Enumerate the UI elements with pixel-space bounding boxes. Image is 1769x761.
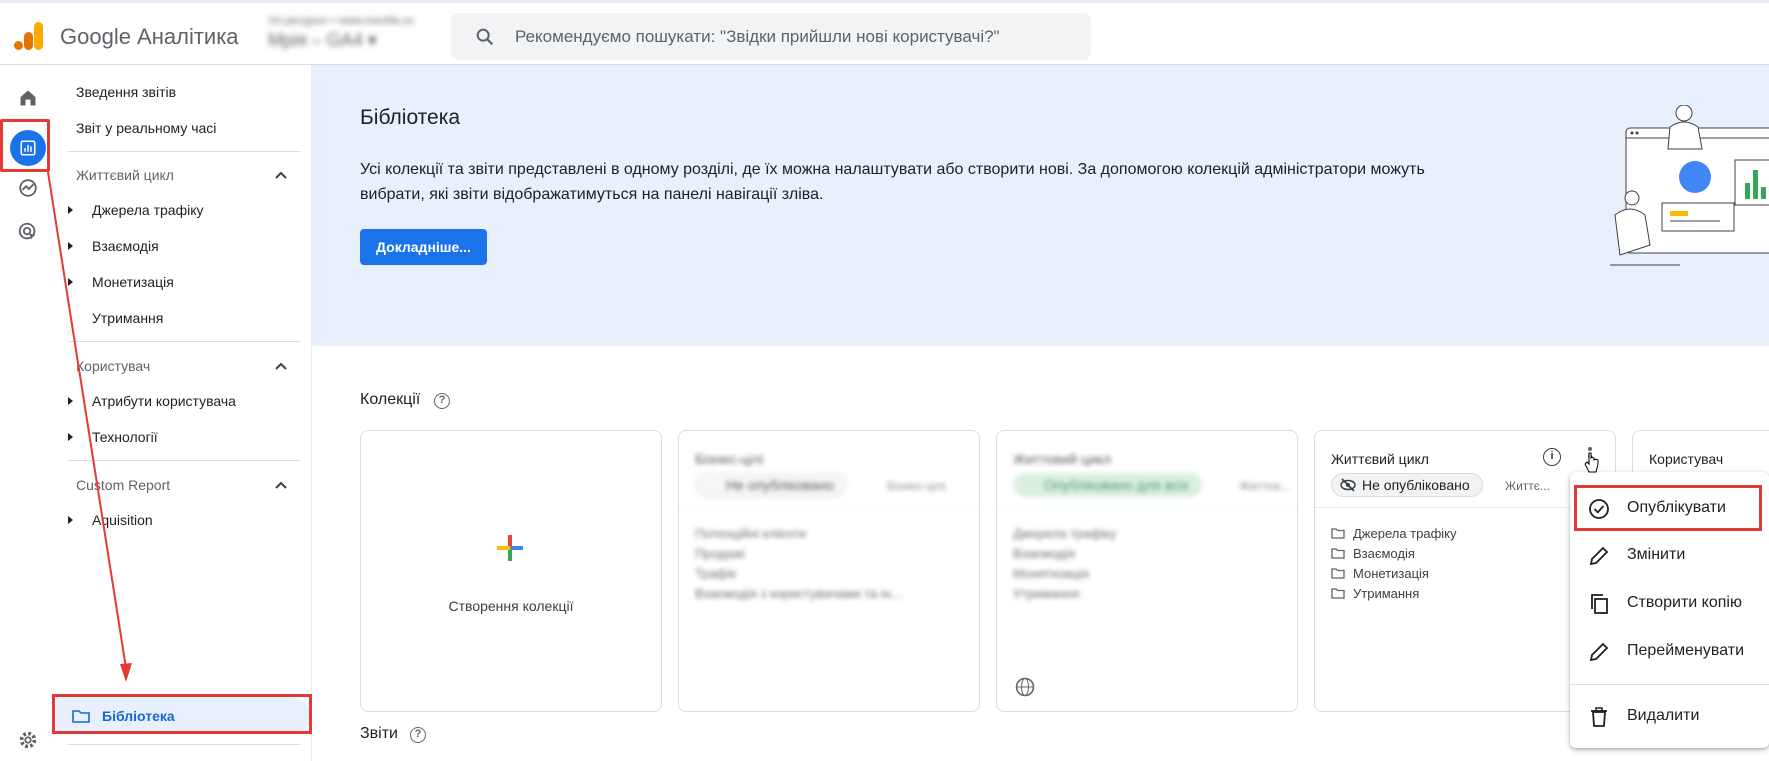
status-badge: Не опубліковано — [1331, 473, 1483, 497]
list-item: Монетизація — [1013, 565, 1089, 581]
search-placeholder: Рекомендуємо пошукати: "Звідки прийшли н… — [515, 27, 1000, 46]
info-icon[interactable]: i — [1543, 448, 1561, 466]
collections-heading: Колекції — [360, 391, 421, 408]
search-icon — [476, 28, 494, 46]
highlight-publish — [1574, 485, 1762, 531]
collection-template: Бізнес-цілі — [887, 479, 946, 493]
list-item: Трафік — [695, 565, 736, 581]
page-title: Бібліотека — [360, 106, 461, 129]
card-divider — [679, 507, 979, 508]
menu-item-label: Створити копію — [1627, 594, 1742, 611]
globe-icon — [1015, 677, 1035, 697]
menu-item-label: Видалити — [1627, 707, 1700, 724]
status-badge: Опубліковано для всіх — [1013, 473, 1203, 497]
menu-item-edit[interactable]: Змінити — [1570, 535, 1769, 575]
list-item: Утримання — [1331, 583, 1457, 603]
folder-icon — [1331, 548, 1345, 559]
collection-title: Користувач — [1649, 451, 1724, 467]
list-item: Монетизація — [1331, 563, 1457, 583]
folder-icon — [1331, 568, 1345, 579]
trash-icon — [1591, 707, 1607, 727]
menu-divider — [1570, 684, 1769, 685]
create-collection-card[interactable]: Створення колекції — [360, 430, 662, 712]
add-icon — [497, 535, 523, 561]
annotation-arrow — [47, 171, 132, 682]
collection-template: Життє... — [1505, 479, 1550, 493]
menu-item-label: Перейменувати — [1627, 642, 1744, 659]
collection-title: Життєвий цикл — [1331, 451, 1429, 467]
pencil-icon — [1589, 642, 1609, 662]
collection-template: Життєв... — [1239, 479, 1291, 493]
collection-card-business[interactable]: Бізнес-цілі Не опубліковано Бізнес-цілі … — [678, 430, 980, 712]
collection-title: Життєвий цикл — [1013, 451, 1111, 467]
list-item: Взаємодія — [1013, 545, 1075, 561]
pencil-icon — [1589, 546, 1609, 566]
reports-heading: Звіти — [360, 725, 398, 742]
learn-more-button[interactable]: Докладніше... — [360, 229, 487, 265]
hero-illustration-image — [1610, 105, 1769, 266]
list-item: Потенційні клієнти — [695, 525, 807, 541]
menu-item-rename[interactable]: Перейменувати — [1570, 631, 1769, 671]
menu-item-delete[interactable]: Видалити — [1570, 696, 1769, 736]
menu-item-label: Змінити — [1627, 546, 1686, 563]
help-icon[interactable]: ? — [410, 727, 426, 743]
copy-icon — [1591, 594, 1608, 614]
help-icon[interactable]: ? — [434, 393, 450, 409]
card-divider — [997, 507, 1297, 508]
hero-description: Усі колекції та звіти представлені в одн… — [360, 161, 1425, 203]
collection-title: Бізнес-цілі — [695, 451, 764, 467]
folder-icon — [1331, 588, 1345, 599]
list-item: Взаємодія — [1331, 543, 1457, 563]
library-hero: Бібліотека Усі колекції та звіти предста… — [312, 65, 1769, 346]
list-item: Джерела трафіку — [1331, 523, 1457, 543]
collection-card-lifecycle-published[interactable]: Життєвий цикл Опубліковано для всіх Житт… — [996, 430, 1298, 712]
list-item: Взаємодія з користувачами та ін... — [695, 585, 902, 601]
list-item: Джерела трафіку — [1013, 525, 1117, 541]
eye-off-icon — [1340, 478, 1356, 492]
search-bar[interactable]: Рекомендуємо пошукати: "Звідки прийшли н… — [451, 13, 1091, 60]
menu-item-copy[interactable]: Створити копію — [1570, 583, 1769, 623]
list-item: Утримання — [1013, 585, 1080, 601]
list-item: Продажі — [695, 545, 745, 561]
create-collection-label: Створення колекції — [448, 598, 574, 614]
folder-icon — [1331, 528, 1345, 539]
status-badge: Не опубліковано — [695, 473, 847, 497]
mouse-cursor-icon — [1584, 452, 1599, 473]
